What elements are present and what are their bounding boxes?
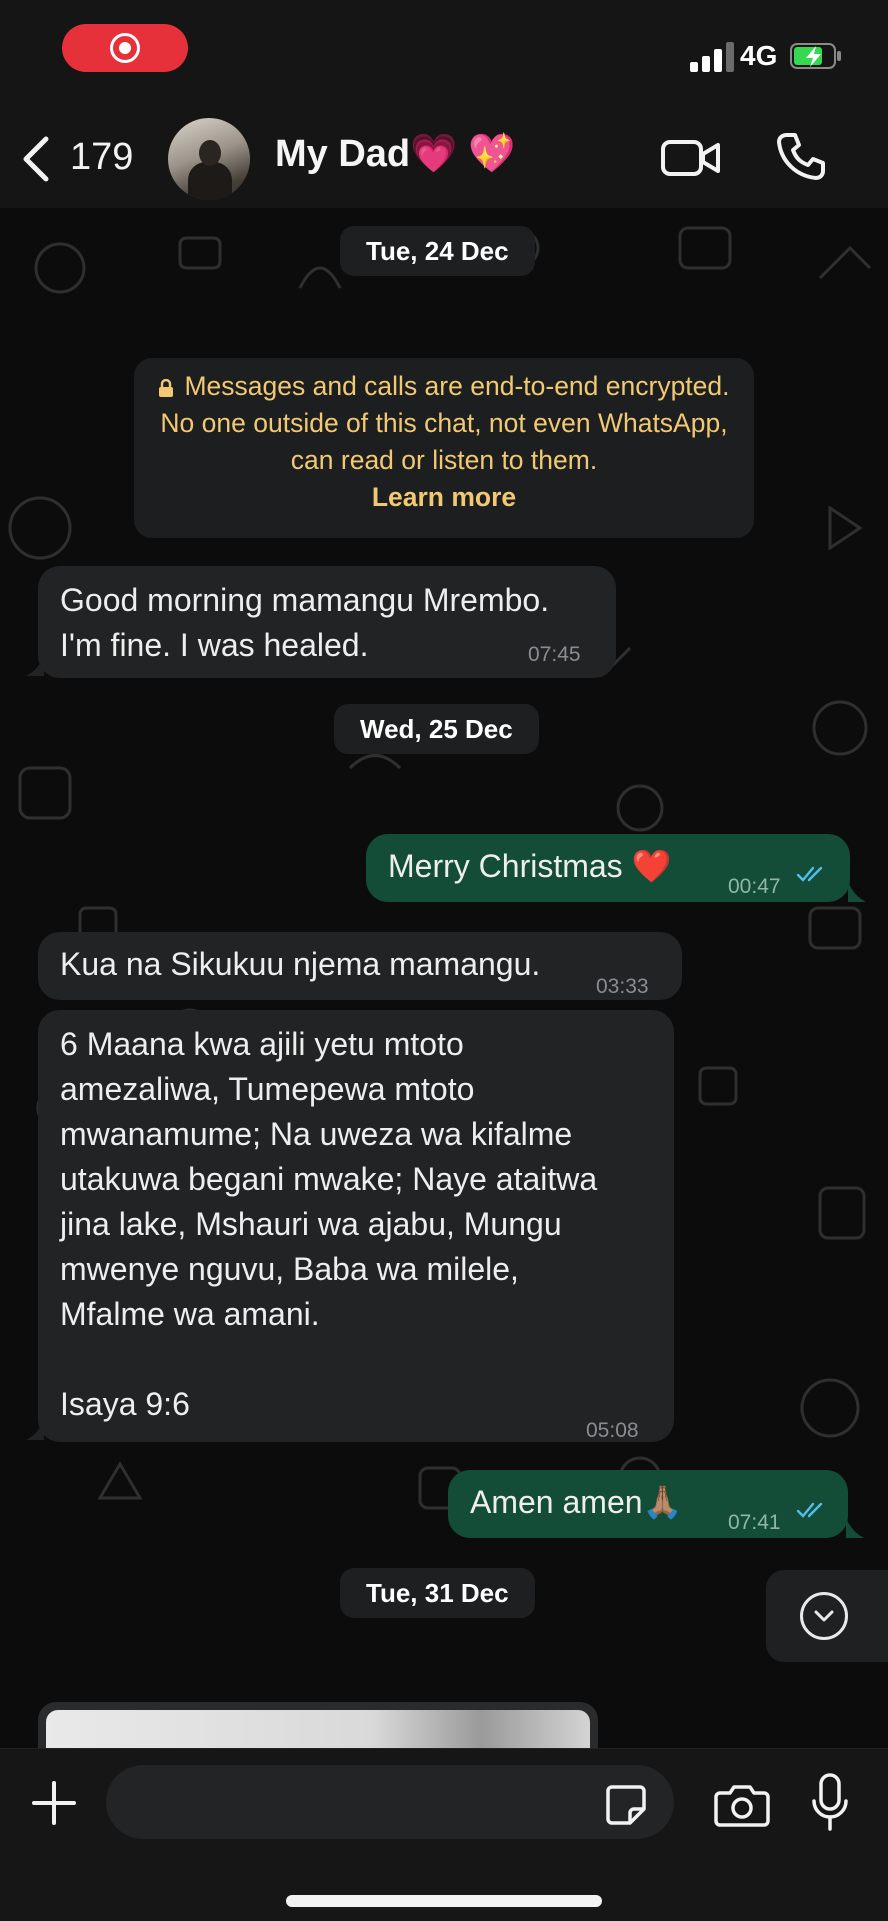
lock-icon: [159, 379, 174, 397]
bubble-tail: [848, 882, 866, 902]
message-time: 00:47: [728, 875, 781, 898]
bubble-tail: [26, 1420, 44, 1440]
double-check-icon: [796, 866, 823, 882]
message-input[interactable]: [106, 1765, 674, 1839]
message-text: jina lake, Mshauri wa ajabu, Mungu: [60, 1206, 562, 1242]
chevron-down-circle-icon: [800, 1592, 848, 1640]
message-outgoing[interactable]: Merry Christmas ❤️ 00:47: [366, 834, 850, 902]
message-time: 07:41: [728, 1511, 781, 1534]
bubble-tail: [26, 656, 44, 676]
unread-count[interactable]: 179: [70, 136, 133, 179]
network-type: 4G: [740, 40, 778, 71]
message-text: Mfalme wa amani.: [60, 1296, 320, 1332]
message-text: I'm fine. I was healed.: [60, 627, 369, 663]
message-outgoing[interactable]: Amen amen🙏🏽 07:41: [448, 1470, 848, 1538]
message-time: 03:33: [596, 975, 649, 998]
message-time: 05:08: [586, 1419, 639, 1442]
avatar[interactable]: [168, 118, 250, 200]
message-incoming[interactable]: Kua na Sikukuu njema mamangu. 03:33: [38, 932, 682, 1000]
chat-header: 179 My Dad💗 💖: [0, 108, 888, 208]
encryption-notice[interactable]: Messages and calls are end-to-end encryp…: [134, 358, 754, 538]
sticker-icon[interactable]: [604, 1783, 648, 1827]
date-separator: Wed, 25 Dec: [334, 704, 539, 754]
message-text: Isaya 9:6: [60, 1386, 190, 1422]
plus-icon[interactable]: [30, 1779, 78, 1827]
chat-title[interactable]: My Dad💗 💖: [275, 132, 515, 176]
message-text: utakuwa begani mwake; Naye ataitwa: [60, 1161, 598, 1197]
message-text: Merry Christmas ❤️: [388, 848, 672, 884]
message-text: Kua na Sikukuu njema mamangu.: [60, 946, 541, 982]
message-composer: [0, 1748, 888, 1921]
message-text: Good morning mamangu Mrembo.: [60, 582, 550, 618]
message-text: 6 Maana kwa ajili yetu mtoto: [60, 1026, 464, 1062]
bubble-tail: [846, 1518, 864, 1538]
learn-more-link[interactable]: Learn more: [372, 482, 516, 512]
battery-charging-icon: [790, 43, 841, 69]
scroll-to-bottom-button[interactable]: [766, 1570, 888, 1662]
date-separator: Tue, 24 Dec: [340, 226, 535, 276]
double-check-icon: [796, 1502, 823, 1518]
encryption-text: Messages and calls are end-to-end encryp…: [160, 371, 730, 475]
date-separator: Tue, 31 Dec: [340, 1568, 535, 1618]
record-icon: [110, 33, 140, 63]
message-text: Amen amen🙏🏽: [470, 1484, 683, 1520]
message-incoming[interactable]: Good morning mamangu Mrembo. I'm fine. I…: [38, 566, 616, 678]
mic-icon[interactable]: [810, 1773, 850, 1833]
message-text: mwanamume; Na uweza wa kifalme: [60, 1116, 573, 1152]
phone-icon[interactable]: [775, 130, 827, 182]
camera-icon[interactable]: [714, 1783, 770, 1827]
video-call-icon[interactable]: [660, 134, 722, 182]
message-text: mwenye nguvu, Baba wa milele,: [60, 1251, 519, 1287]
status-bar: 4G: [0, 0, 888, 108]
message-time: 07:45: [528, 643, 581, 666]
back-chevron-icon[interactable]: [16, 134, 56, 184]
chat-area[interactable]: Tue, 24 Dec Messages and calls are end-t…: [0, 208, 888, 1748]
screen-recording-indicator[interactable]: [62, 24, 188, 72]
message-text: amezaliwa, Tumepewa mtoto: [60, 1071, 475, 1107]
home-indicator[interactable]: [286, 1895, 602, 1907]
message-incoming[interactable]: 6 Maana kwa ajili yetu mtoto amezaliwa, …: [38, 1010, 674, 1442]
signal-icon: [690, 42, 734, 72]
